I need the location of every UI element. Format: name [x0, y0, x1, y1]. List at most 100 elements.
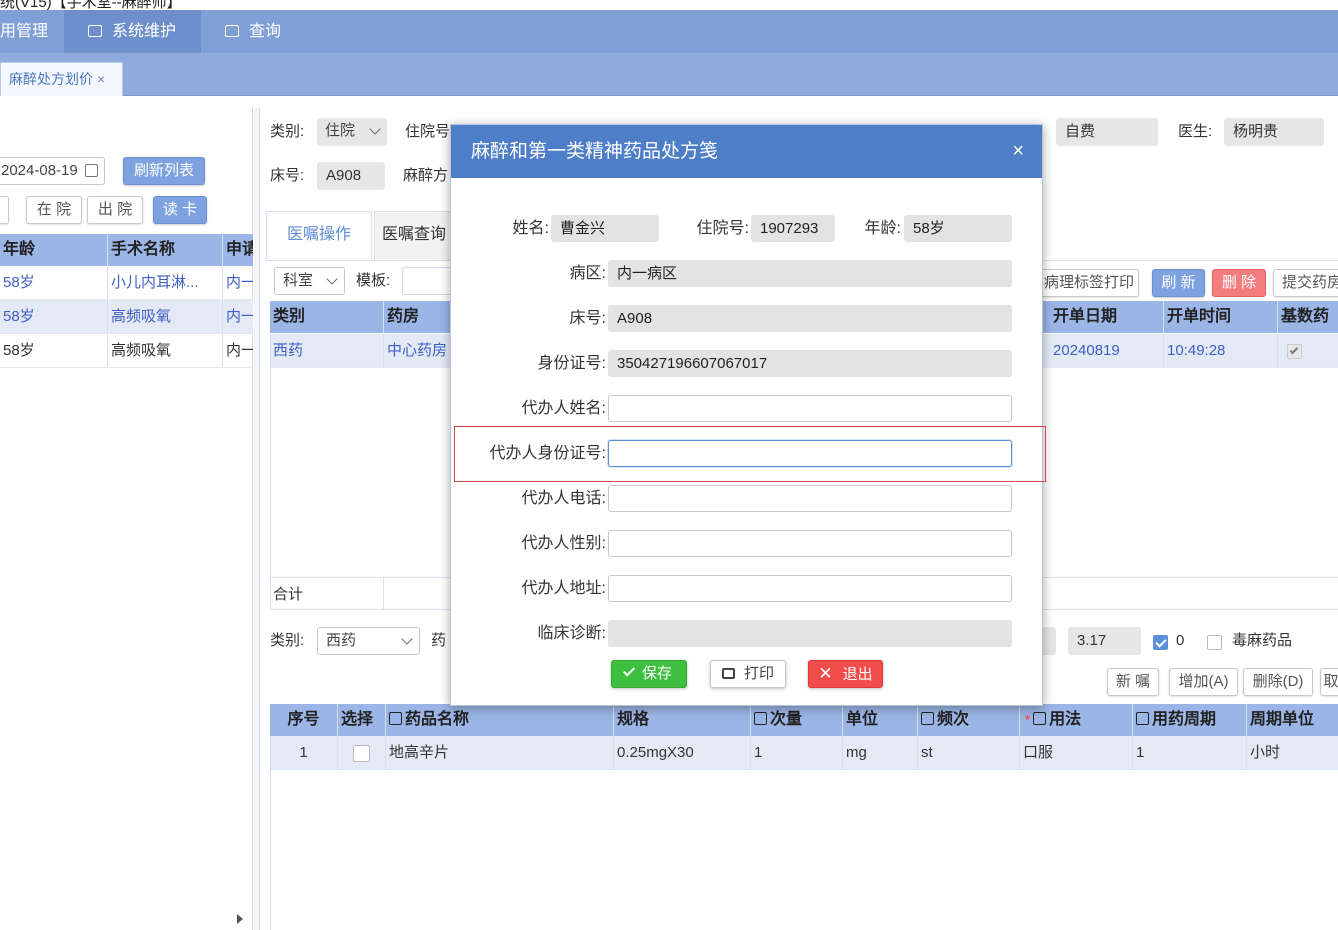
cell-base-drug: [1278, 334, 1338, 367]
date-value: 2024-08-19: [1, 162, 78, 179]
col-drug-name: 药品名称: [386, 704, 614, 736]
diagnosis-label: 临床诊断:: [537, 625, 606, 642]
table-row[interactable]: 1 地高辛片 0.25mgX30 1 mg st 口服 1 小时: [270, 736, 1338, 770]
required-star-icon: *: [1025, 712, 1031, 727]
cell-age: 58岁: [0, 266, 108, 299]
splitter-handle[interactable]: [254, 108, 260, 930]
cell-dept: 内一: [226, 308, 253, 325]
pathology-label-print-button[interactable]: 病理标签打印: [1039, 269, 1139, 297]
col-order-time: 开单时间: [1164, 301, 1278, 333]
cell-drug-name: 地高辛片: [386, 736, 614, 769]
menu-item-usage-mgmt[interactable]: 用管理: [0, 10, 64, 53]
cell-category: 西药: [270, 334, 384, 367]
lower-category-select[interactable]: 西药: [317, 627, 420, 655]
category-select[interactable]: 住院: [317, 118, 387, 146]
agent-gender-label: 代办人性别:: [521, 535, 606, 552]
cell-cycle-unit: 小时: [1250, 744, 1281, 761]
check-icon: [622, 664, 635, 677]
scroll-right-icon[interactable]: [237, 914, 243, 924]
col-cycle-unit: 周期单位: [1250, 711, 1315, 728]
col-freq: 频次: [918, 704, 1020, 736]
tab-anesthesia-prescription[interactable]: 麻醉处方划价 ×: [0, 62, 123, 96]
col-cycle: 用药周期: [1133, 704, 1247, 736]
col-usage-label: 用法: [1049, 711, 1082, 728]
agent-gender-input[interactable]: [608, 530, 1012, 557]
col-category: 类别: [270, 301, 384, 333]
col-base-drug: 基数药: [1281, 308, 1330, 325]
inpatient-no-label: 住院号:: [696, 220, 749, 237]
agent-name-label: 代办人姓名:: [521, 400, 606, 417]
agent-id-input[interactable]: [608, 440, 1012, 467]
count-checkbox[interactable]: [1153, 633, 1168, 650]
menu-item-label: 系统维护: [112, 23, 177, 40]
id-card-field: 350427196607067017: [608, 350, 1012, 377]
menu-item-system-maintenance[interactable]: 系统维护: [64, 10, 201, 53]
name-label: 姓名:: [512, 220, 549, 237]
cell-age: 58岁: [0, 300, 108, 333]
exit-button[interactable]: ✕ 退出: [808, 660, 883, 688]
table-row[interactable]: 58岁 高频吸氧 内一: [0, 300, 253, 334]
row-select-checkbox[interactable]: [353, 744, 370, 762]
cell-no: 1: [270, 736, 338, 769]
cancel-button[interactable]: 取: [1320, 668, 1338, 696]
cell-time: 10:49:28: [1164, 334, 1278, 367]
poison-drug-checkbox[interactable]: [1207, 633, 1222, 650]
menu-item-label: 用管理: [0, 23, 49, 40]
discharged-button[interactable]: 出 院: [87, 196, 143, 224]
base-drug-checkbox[interactable]: [1287, 343, 1302, 359]
close-icon: ✕: [818, 664, 833, 683]
add-button[interactable]: 增加(A): [1169, 668, 1238, 696]
delete-button[interactable]: 删 除: [1212, 269, 1266, 297]
agent-phone-input[interactable]: [608, 485, 1012, 512]
read-card-button[interactable]: 读 卡: [153, 196, 207, 224]
agent-phone-label: 代办人电话:: [521, 490, 606, 507]
prev-button[interactable]: [0, 196, 9, 224]
col-apply: 申请: [226, 241, 253, 258]
col-select: 选择: [338, 704, 386, 736]
lower-category-label: 类别:: [270, 632, 305, 649]
cell-age: 58岁: [0, 334, 108, 367]
tab-order-operation[interactable]: 医嘱操作: [266, 211, 372, 261]
id-card-label: 身份证号:: [537, 355, 606, 372]
delete-d-button[interactable]: 删除(D): [1243, 668, 1313, 696]
edit-icon: [754, 712, 767, 725]
close-icon[interactable]: ×: [1012, 125, 1024, 178]
in-hospital-button[interactable]: 在 院: [26, 196, 82, 224]
ward-label: 病区:: [569, 265, 606, 282]
save-button[interactable]: 保存: [611, 660, 687, 688]
patient-list-panel: 2024-08-19 刷新列表 在 院 出 院 读 卡 年龄 手术名称 申请 5…: [0, 108, 253, 930]
cell-date: 20240819: [1050, 334, 1164, 367]
refresh-button[interactable]: 刷 新: [1152, 269, 1205, 297]
refresh-list-button[interactable]: 刷新列表: [123, 157, 205, 185]
new-order-button[interactable]: 新 嘱: [1107, 668, 1159, 696]
name-field: 曹金兴: [551, 215, 659, 242]
detail-grid-left-border: [270, 736, 271, 930]
cell-cycle: 1: [1133, 736, 1247, 769]
agent-address-label: 代办人地址:: [521, 580, 606, 597]
dept-select[interactable]: 科室: [274, 267, 345, 295]
cell-surgery: 高频吸氧: [108, 300, 223, 333]
bed-field: A908: [317, 162, 385, 190]
submit-pharmacy-button[interactable]: 提交药房: [1273, 269, 1338, 297]
cell-spec: 0.25mgX30: [614, 736, 751, 769]
agent-address-input[interactable]: [608, 575, 1012, 602]
doctor-field: 杨明贵: [1224, 118, 1324, 146]
amount-field: 3.17: [1068, 627, 1141, 655]
menu-item-query[interactable]: 查询: [201, 10, 301, 53]
edit-icon: [1136, 712, 1149, 725]
agent-name-input[interactable]: [608, 395, 1012, 422]
table-row[interactable]: 58岁 小儿内耳淋... 内一: [0, 266, 253, 300]
age-label: 年龄:: [864, 220, 901, 237]
bed-field: A908: [608, 305, 1012, 332]
date-picker[interactable]: 2024-08-19: [0, 157, 105, 185]
tab-order-query[interactable]: 医嘱查询: [374, 211, 454, 261]
edit-icon: [1033, 712, 1047, 725]
close-icon[interactable]: ×: [97, 71, 105, 87]
menu-bar: 用管理 系统维护 查询: [0, 10, 1338, 53]
col-no: 序号: [270, 704, 338, 736]
calendar-icon[interactable]: [85, 164, 98, 177]
table-row[interactable]: 58岁 高频吸氧 内一: [0, 334, 253, 368]
tab-bar: 麻醉处方划价 ×: [0, 53, 1338, 96]
print-button[interactable]: 打印: [710, 660, 786, 688]
col-order-date: 开单日期: [1050, 301, 1164, 333]
